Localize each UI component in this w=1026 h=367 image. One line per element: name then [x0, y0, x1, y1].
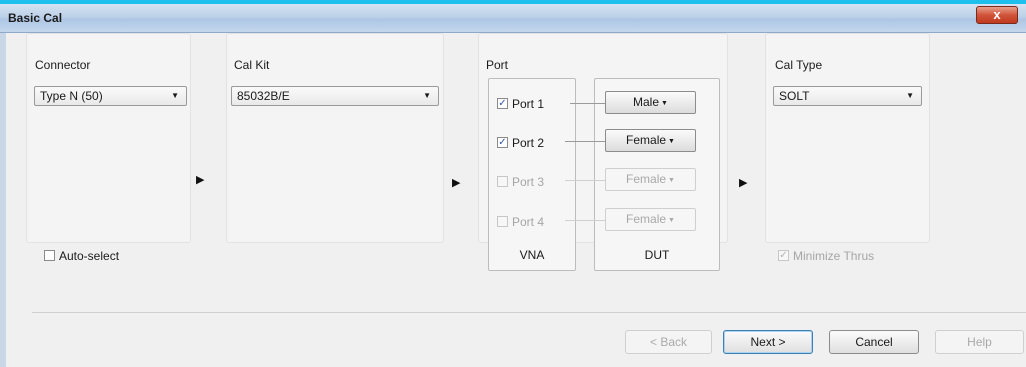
port-3-connector-line — [565, 180, 605, 181]
auto-select-checkbox[interactable]: Auto-select — [44, 248, 119, 263]
connector-label: Connector — [35, 58, 91, 72]
chevron-down-icon: ▼ — [668, 177, 675, 184]
port-2-connector-line — [565, 141, 605, 142]
port-4-gender-button[interactable]: Female ▼ — [605, 208, 696, 231]
port-2-checkbox[interactable]: ✓ Port 2 — [497, 135, 544, 150]
cal-type-select-value: SOLT — [779, 89, 810, 103]
minimize-thrus-checkbox[interactable]: ✓ Minimize Thrus — [778, 248, 874, 263]
cancel-button[interactable]: Cancel — [829, 330, 919, 354]
port-3-check-icon[interactable] — [497, 176, 508, 188]
chevron-down-icon: ▼ — [668, 217, 675, 224]
port-1-gender-label: Male — [633, 95, 660, 109]
cal-kit-select[interactable]: 85032B/E ▼ — [231, 86, 439, 106]
auto-select-check-icon[interactable] — [44, 250, 55, 262]
vna-caption: VNA — [519, 248, 545, 262]
window-title: Basic Cal — [8, 11, 63, 25]
port-4-label: Port 4 — [512, 214, 545, 229]
port-3-gender-button[interactable]: Female ▼ — [605, 168, 696, 191]
step-arrow-icon: ▶ — [739, 177, 748, 189]
chevron-down-icon: ▼ — [906, 91, 914, 100]
footer-separator — [32, 312, 1026, 313]
title-bar[interactable]: Basic Cal x — [0, 4, 1026, 33]
connector-select[interactable]: Type N (50) ▼ — [34, 86, 187, 106]
dut-caption: DUT — [644, 248, 670, 262]
chevron-down-icon: ▼ — [171, 91, 179, 100]
port-4-gender-label: Female — [626, 212, 667, 226]
chevron-down-icon: ▼ — [423, 91, 431, 100]
checkmark-icon[interactable]: ✓ — [497, 137, 508, 149]
cal-type-select[interactable]: SOLT ▼ — [773, 86, 922, 106]
port-3-checkbox[interactable]: Port 3 — [497, 174, 544, 189]
step-arrow-icon: ▶ — [196, 174, 205, 186]
port-1-label: Port 1 — [512, 96, 545, 111]
port-1-gender-button[interactable]: Male ▼ — [605, 91, 696, 114]
cal-kit-select-value: 85032B/E — [237, 89, 290, 103]
close-icon: x — [993, 7, 1001, 22]
next-button[interactable]: Next > — [723, 330, 813, 354]
chevron-down-icon: ▼ — [668, 138, 675, 145]
basic-cal-window: { "window": { "title": "Basic Cal", "clo… — [0, 0, 1026, 367]
port-4-check-icon[interactable] — [497, 216, 508, 228]
cal-kit-label: Cal Kit — [234, 58, 270, 72]
cal-type-label: Cal Type — [775, 58, 823, 72]
port-4-connector-line — [565, 220, 605, 221]
port-2-label: Port 2 — [512, 135, 545, 150]
port-3-gender-label: Female — [626, 172, 667, 186]
auto-select-label: Auto-select — [59, 248, 120, 263]
chevron-down-icon: ▼ — [661, 100, 668, 107]
checkmark-icon[interactable]: ✓ — [778, 250, 789, 262]
port-1-checkbox[interactable]: ✓ Port 1 — [497, 96, 544, 111]
port-2-gender-button[interactable]: Female ▼ — [605, 129, 696, 152]
connector-select-value: Type N (50) — [40, 89, 103, 103]
port-4-checkbox[interactable]: Port 4 — [497, 214, 544, 229]
port-label: Port — [486, 58, 509, 72]
port-1-connector-line — [570, 103, 605, 104]
help-button[interactable]: Help — [935, 330, 1024, 354]
back-button[interactable]: < Back — [625, 330, 712, 354]
minimize-thrus-label: Minimize Thrus — [793, 248, 875, 263]
close-button[interactable]: x — [976, 6, 1018, 24]
checkmark-icon[interactable]: ✓ — [497, 98, 508, 110]
step-arrow-icon: ▶ — [452, 177, 461, 189]
port-2-gender-label: Female — [626, 133, 667, 147]
port-3-label: Port 3 — [512, 174, 545, 189]
